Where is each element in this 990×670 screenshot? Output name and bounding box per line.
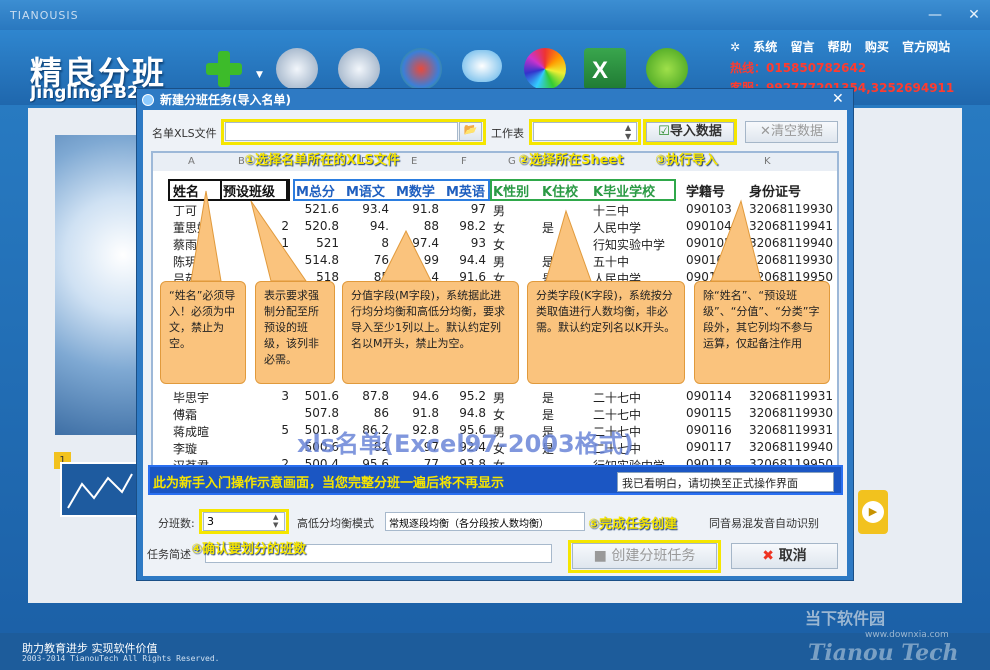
description-label: 任务简述 [147, 548, 191, 561]
close-icon[interactable]: ✕ [965, 6, 983, 24]
understood-button[interactable]: 我已看明白，请切换至正式操作界面 [617, 472, 834, 492]
class-count-spinner-icon[interactable]: ▲ ▼ [273, 513, 278, 529]
watermark-text: 当下软件园 [805, 609, 886, 628]
sheet-label: 工作表 [491, 127, 524, 140]
bubble-class: 分类字段(K字段)，系统按分类取值进行人数均衡，非必需。默认约定列名以K开头。 [527, 281, 685, 384]
gear-icon: ✲ [730, 40, 741, 54]
top-menu: ✲ 系统 留言 帮助 购买 官方网站 [730, 38, 959, 55]
add-task-icon[interactable] [203, 48, 245, 90]
watermark-url: www.downxia.com [865, 630, 949, 640]
next-arrow-button[interactable]: ▶ [858, 490, 888, 534]
create-task-button[interactable]: ■ 创建分班任务 [572, 543, 717, 569]
bubble-score: 分值字段(M字段)，系统据此进行均分均衡和高低分均衡，要求导入至少1列以上。默认… [342, 281, 519, 384]
step2-caption: ②选择所在Sheet [518, 153, 624, 168]
minimize-icon[interactable]: — [926, 6, 944, 24]
menu-buy[interactable]: 购买 [865, 40, 889, 54]
main-window: TIANOUSIS — ✕ 精良分班 JinglingFB2012 ▼ X ✲ … [0, 0, 990, 670]
step3-caption: ③执行导入 [655, 153, 719, 168]
buy-now-icon[interactable] [646, 48, 688, 90]
menu-help[interactable]: 帮助 [828, 40, 852, 54]
dialog-close-icon[interactable]: ✕ [832, 91, 844, 107]
cancel-x-icon: ✖ [762, 548, 779, 564]
bubble-preset: 表示要求强制分配至所预设的班级，该列非必需。 [255, 281, 335, 384]
import-data-button[interactable]: ☑导入数据 [646, 122, 734, 142]
file-path-input[interactable] [225, 122, 458, 141]
window-titlebar: TIANOUSIS [0, 0, 990, 30]
dialog-title: 新建分班任务(导入名单) [160, 93, 291, 107]
svg-text:X: X [592, 57, 608, 84]
decorative-image [55, 135, 140, 435]
file-label: 名单XLS文件 [152, 127, 217, 140]
schedule-clock-icon[interactable] [276, 48, 318, 90]
homophone-label: 同音易混发音自动识别 [709, 517, 819, 530]
bubble-other: 除“姓名”、“预设班级”、“分值”、“分类”字段外，其它列均不参与运算，仅起备注… [694, 281, 830, 384]
balance-mode-select[interactable]: 常规逐段均衡（各分段按人数均衡） [385, 512, 585, 531]
chart-thumbnail-icon [60, 462, 138, 517]
play-icon: ▶ [862, 501, 884, 523]
watermark-brand: Tianou Tech [808, 640, 959, 666]
step1-caption: ①选择名单所在的XLS文件 [244, 153, 400, 168]
menu-website[interactable]: 官方网站 [902, 40, 950, 54]
excel-icon[interactable]: X [584, 48, 626, 90]
balance-mode-label: 高低分均衡模式 [297, 517, 374, 530]
dialog-app-icon [142, 94, 154, 106]
class-count-label: 分班数: [158, 517, 195, 530]
clear-x-icon: ✕ [760, 124, 771, 139]
bubble-name: “姓名”必须导入！必须为中文，禁止为空。 [160, 281, 246, 384]
newbie-notice-text: 此为新手入门操作示意画面，当您完整分班一遍后将不再显示 [153, 476, 505, 491]
hotline-text: 热线：015850782642 [730, 61, 867, 75]
step4-caption: ④确认要划分的班数 [191, 542, 307, 557]
menu-message[interactable]: 留言 [790, 40, 814, 54]
step5-caption: ⑤完成任务创建 [588, 517, 678, 532]
brand-subtitle: JinglingFB2012 [30, 83, 140, 103]
checkbox-icon: ☑ [658, 124, 670, 139]
history-clock-icon[interactable] [338, 48, 380, 90]
cancel-button[interactable]: ✖ 取消 [731, 543, 838, 569]
menu-system[interactable]: 系统 [753, 40, 777, 54]
window-title: TIANOUSIS [10, 9, 79, 22]
clear-data-button[interactable]: ✕清空数据 [745, 121, 838, 143]
users-icon[interactable] [400, 48, 442, 90]
download-icon[interactable] [462, 50, 502, 82]
create-icon: ■ [593, 548, 612, 564]
color-theme-icon[interactable] [524, 48, 566, 90]
footer-copyright: 2003-2014 TianouTech All Rights Reserved… [22, 654, 220, 663]
spinner-icon[interactable]: ▲ ▼ [625, 123, 631, 141]
sheet-select[interactable] [533, 122, 637, 141]
dropdown-arrow-icon[interactable]: ▼ [256, 70, 263, 80]
folder-open-icon[interactable]: 📂 [459, 122, 482, 141]
